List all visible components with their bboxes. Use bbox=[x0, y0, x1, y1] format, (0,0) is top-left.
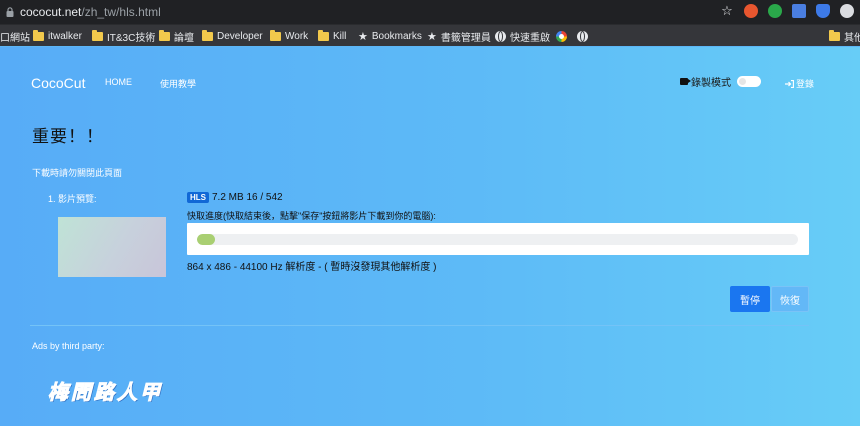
bookmark-item[interactable]: Developer bbox=[202, 29, 263, 43]
bookmark-item[interactable]: Kill bbox=[318, 29, 346, 43]
folder-icon bbox=[829, 29, 840, 41]
bookmark-item[interactable]: ★ 書籤管理員 bbox=[427, 29, 491, 44]
folder-icon bbox=[33, 29, 44, 41]
download-size-segments: 7.2 MB 16 / 542 bbox=[212, 192, 283, 203]
folder-icon bbox=[270, 29, 281, 41]
bookmark-item[interactable] bbox=[556, 29, 571, 43]
globe-icon bbox=[495, 30, 506, 42]
nav-home-link[interactable]: HOME bbox=[105, 77, 132, 87]
bookmark-item[interactable]: 口網站 bbox=[0, 29, 30, 44]
resolution-info: 864 x 486 - 44100 Hz 解析度 - ( 暫時沒發現其他解析度 … bbox=[187, 262, 437, 273]
video-camera-icon bbox=[680, 78, 691, 85]
download-notice: 下載時請勿關閉此頁面 bbox=[32, 168, 123, 178]
folder-icon bbox=[159, 29, 170, 41]
login-link[interactable]: 登錄 bbox=[785, 77, 814, 90]
extension-red-icon[interactable] bbox=[744, 4, 758, 18]
download-stats: HLS 7.2 MB 16 / 542 bbox=[187, 192, 283, 203]
bookmark-item[interactable]: 快速重啟 bbox=[495, 29, 550, 44]
extension-shield-icon[interactable] bbox=[816, 4, 830, 18]
folder-icon bbox=[202, 29, 213, 41]
page-content: CocoCut HOME 使用教學 錄製模式 登錄 重要！！ 下載時請勿關閉此頁… bbox=[0, 47, 860, 426]
lock-icon bbox=[6, 7, 14, 17]
hls-badge: HLS bbox=[187, 192, 209, 203]
progress-track bbox=[197, 234, 798, 245]
record-mode-label: 錄製模式 bbox=[691, 78, 731, 89]
brand-logo[interactable]: CocoCut bbox=[31, 75, 85, 91]
bookmark-item[interactable] bbox=[577, 29, 592, 43]
star-icon: ★ bbox=[427, 30, 437, 43]
bookmark-item[interactable]: ★ Bookmarks bbox=[358, 29, 422, 43]
nav-tutorial-link[interactable]: 使用教學 bbox=[160, 77, 196, 90]
bookmark-item[interactable]: IT&3C技術 bbox=[92, 29, 155, 44]
globe-icon bbox=[577, 30, 588, 42]
extension-evernote-icon[interactable] bbox=[768, 4, 782, 18]
video-preview-thumbnail[interactable] bbox=[58, 217, 166, 277]
folder-icon bbox=[318, 29, 329, 41]
browser-address-bar: cococut.net/zh_tw/hls.html ☆ bbox=[0, 0, 860, 24]
record-mode-toggle-group: 錄製模式 bbox=[680, 74, 761, 89]
star-icon: ★ bbox=[358, 30, 368, 43]
extension-icons: ☆ bbox=[720, 4, 854, 18]
google-icon bbox=[556, 30, 567, 42]
page-title: 重要！！ bbox=[32, 127, 104, 146]
watermark-logo: 梅問路人甲 bbox=[48, 382, 163, 405]
section-divider bbox=[30, 325, 809, 326]
pause-button[interactable]: 暫停 bbox=[730, 286, 770, 312]
progress-hint: 快取進度(快取結束後，點擊"保存"按鈕將影片下載到你的電腦): bbox=[187, 211, 436, 221]
sign-in-icon bbox=[785, 79, 794, 88]
bookmark-item[interactable]: itwalker bbox=[33, 29, 82, 43]
profile-avatar-icon[interactable] bbox=[840, 4, 854, 18]
resume-button[interactable]: 恢復 bbox=[771, 286, 809, 312]
bookmark-item[interactable]: 其他 bbox=[829, 29, 860, 44]
bookmark-star-icon[interactable]: ☆ bbox=[720, 4, 734, 18]
progress-fill bbox=[197, 234, 215, 245]
record-mode-switch[interactable] bbox=[737, 76, 761, 87]
bookmark-item[interactable]: 論壇 bbox=[159, 29, 194, 44]
progress-card bbox=[187, 223, 809, 255]
folder-icon bbox=[92, 29, 103, 41]
bookmark-item[interactable]: Work bbox=[270, 29, 308, 43]
video-preview-label: 1. 影片預覽: bbox=[48, 194, 97, 204]
ads-label: Ads by third party: bbox=[32, 341, 105, 351]
url-field[interactable]: cococut.net/zh_tw/hls.html bbox=[20, 5, 161, 19]
bookmarks-bar: 口網站 itwalker IT&3C技術 論壇 Developer Work K… bbox=[0, 24, 860, 46]
extension-translate-icon[interactable] bbox=[792, 4, 806, 18]
